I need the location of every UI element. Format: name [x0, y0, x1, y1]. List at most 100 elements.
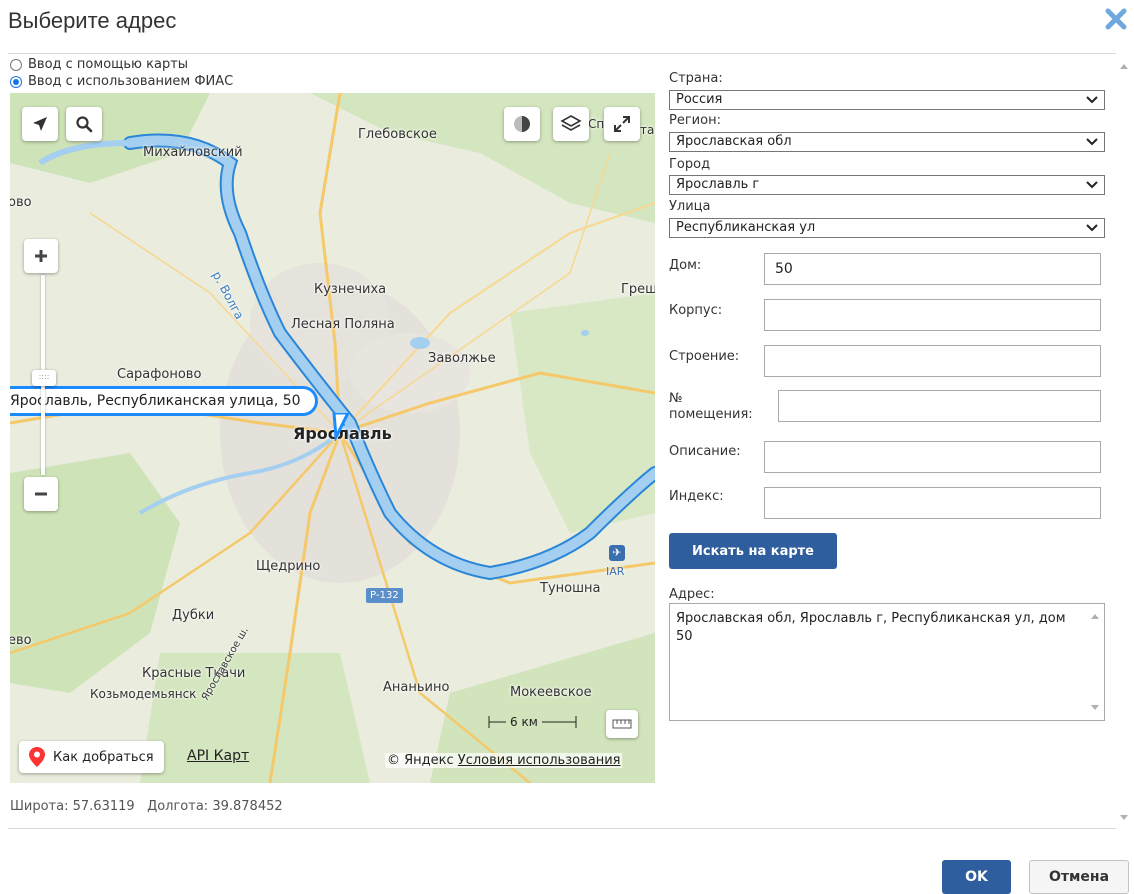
- zoom-out-button[interactable]: [24, 477, 58, 511]
- house-label: Дом:: [669, 258, 702, 273]
- korpus-input[interactable]: [764, 299, 1101, 331]
- traffic-button[interactable]: [504, 107, 540, 141]
- city-value: Ярославль г: [676, 177, 760, 192]
- map-copyright: © Яндекс Условия использования: [385, 753, 623, 768]
- chevron-down-icon: [1086, 181, 1098, 189]
- map-pin-icon: [29, 747, 45, 767]
- scroll-down-icon[interactable]: [1120, 815, 1128, 820]
- place-tunoshna: Туношна: [540, 581, 601, 596]
- minus-icon: [35, 492, 47, 496]
- layers-icon: [560, 115, 582, 131]
- room-label-line2: помещения:: [669, 407, 753, 422]
- traffic-icon: [514, 116, 530, 132]
- zoom-in-button[interactable]: [24, 239, 58, 273]
- place-dubki: Дубки: [172, 608, 215, 623]
- korpus-label: Корпус:: [669, 303, 723, 318]
- geolocation-button[interactable]: [22, 107, 58, 141]
- zoom-slider-handle[interactable]: ::::: [32, 370, 56, 386]
- longitude-value: 39.878452: [212, 799, 283, 814]
- place-ovo: ово: [10, 195, 32, 210]
- scroll-up-icon[interactable]: [1120, 64, 1128, 69]
- radio-map-mode[interactable]: Ввод с помощью карты: [10, 57, 188, 72]
- region-value: Ярославская обл: [676, 134, 792, 149]
- textarea-scroll-down-icon[interactable]: [1091, 705, 1099, 710]
- ok-button[interactable]: OK: [942, 860, 1011, 894]
- fullscreen-button[interactable]: [604, 107, 640, 141]
- header-divider: [8, 53, 1116, 54]
- place-mikhailovsky: Михайловский: [143, 145, 243, 160]
- scale-left-icon: [488, 716, 506, 728]
- pin-tail-icon: [332, 413, 350, 441]
- radio-fias-mode[interactable]: Ввод с использованием ФИАС: [10, 74, 233, 89]
- map-view[interactable]: Глебовское Михайловский ово р. Волга Куз…: [10, 93, 655, 783]
- map-search-button[interactable]: [66, 107, 102, 141]
- api-maps-link[interactable]: API Карт: [187, 748, 249, 764]
- chevron-down-icon: [1086, 96, 1098, 104]
- place-sp: Сп: [588, 117, 605, 131]
- address-label: Адрес:: [669, 587, 715, 602]
- layers-button[interactable]: [553, 107, 589, 141]
- radio-map-mode-label: Ввод с помощью карты: [28, 57, 189, 72]
- country-label: Страна:: [669, 71, 723, 86]
- room-label: № помещения:: [669, 391, 753, 423]
- chevron-down-icon: [1086, 138, 1098, 146]
- region-select[interactable]: Ярославская обл: [669, 132, 1105, 152]
- expand-icon: [614, 116, 630, 132]
- street-select[interactable]: Республиканская ул: [669, 218, 1105, 238]
- building-input[interactable]: [764, 345, 1101, 377]
- building-label: Строение:: [669, 349, 740, 364]
- dialog-scrollbar[interactable]: [1116, 56, 1134, 828]
- address-text: Ярославская обл, Ярославль г, Республика…: [676, 611, 1066, 644]
- place-zavolzhe: Заволжье: [428, 351, 496, 366]
- room-label-line1: №: [669, 391, 683, 406]
- textarea-scroll-up-icon[interactable]: [1091, 614, 1099, 619]
- description-label: Описание:: [669, 444, 741, 459]
- place-krasnye-tkachi: Красные Ткачи: [142, 666, 246, 681]
- copyright-text: © Яндекс: [387, 753, 454, 768]
- place-iar: IAR: [606, 565, 625, 578]
- place-kozmodemyansk: Козьмодемьянск: [90, 687, 197, 701]
- radio-map-mode-indicator[interactable]: [10, 58, 22, 71]
- ruler-icon: [612, 719, 632, 729]
- radio-fias-mode-label: Ввод с использованием ФИАС: [28, 74, 234, 89]
- footer-divider: [8, 828, 1116, 829]
- place-evo: ево: [10, 633, 32, 648]
- place-ananino: Ананьино: [383, 680, 450, 695]
- place-sarafonovo: Сарафоново: [117, 367, 202, 382]
- country-value: Россия: [676, 92, 723, 107]
- route-button[interactable]: Как добраться: [19, 741, 164, 773]
- place-lesnaya-polyana: Лесная Поляна: [291, 317, 395, 332]
- cancel-button[interactable]: Отмена: [1029, 860, 1129, 894]
- place-kuznechikha: Кузнечиха: [314, 282, 387, 297]
- latitude-value: 57.63119: [72, 799, 135, 814]
- close-icon[interactable]: [1103, 6, 1129, 32]
- index-input[interactable]: [764, 487, 1101, 519]
- description-input[interactable]: [764, 441, 1101, 473]
- dialog-title: Выберите адрес: [8, 8, 177, 33]
- route-label: Как добраться: [53, 749, 154, 765]
- room-input[interactable]: [778, 390, 1101, 422]
- radio-fias-mode-indicator[interactable]: [10, 75, 22, 88]
- index-label: Индекс:: [669, 489, 724, 504]
- ruler-button[interactable]: [606, 710, 638, 738]
- terms-link[interactable]: Условия использования: [458, 753, 621, 768]
- place-ta: та: [640, 123, 655, 137]
- street-label: Улица: [669, 199, 711, 214]
- city-select[interactable]: Ярославль г: [669, 175, 1105, 195]
- search-icon: [76, 116, 93, 133]
- address-textarea[interactable]: Ярославская обл, Ярославль г, Республика…: [669, 603, 1105, 721]
- place-glebovskoe: Глебовское: [358, 127, 437, 142]
- search-on-map-button[interactable]: Искать на карте: [669, 533, 837, 569]
- map-scale: 6 км: [488, 715, 578, 729]
- scale-label: 6 км: [510, 715, 538, 729]
- address-callout[interactable]: Ярославль, Республиканская улица, 50: [10, 386, 318, 416]
- navigate-arrow-icon: [33, 117, 47, 131]
- latitude-label: Широта:: [10, 799, 69, 814]
- scale-right-icon: [541, 716, 577, 728]
- plus-icon: [35, 250, 47, 262]
- coordinates-readout: Широта: 57.63119 Долгота: 39.878452: [10, 799, 283, 814]
- city-label: Город: [669, 157, 711, 172]
- street-value: Республиканская ул: [676, 220, 816, 235]
- house-input[interactable]: 50: [764, 253, 1101, 285]
- country-select[interactable]: Россия: [669, 90, 1105, 110]
